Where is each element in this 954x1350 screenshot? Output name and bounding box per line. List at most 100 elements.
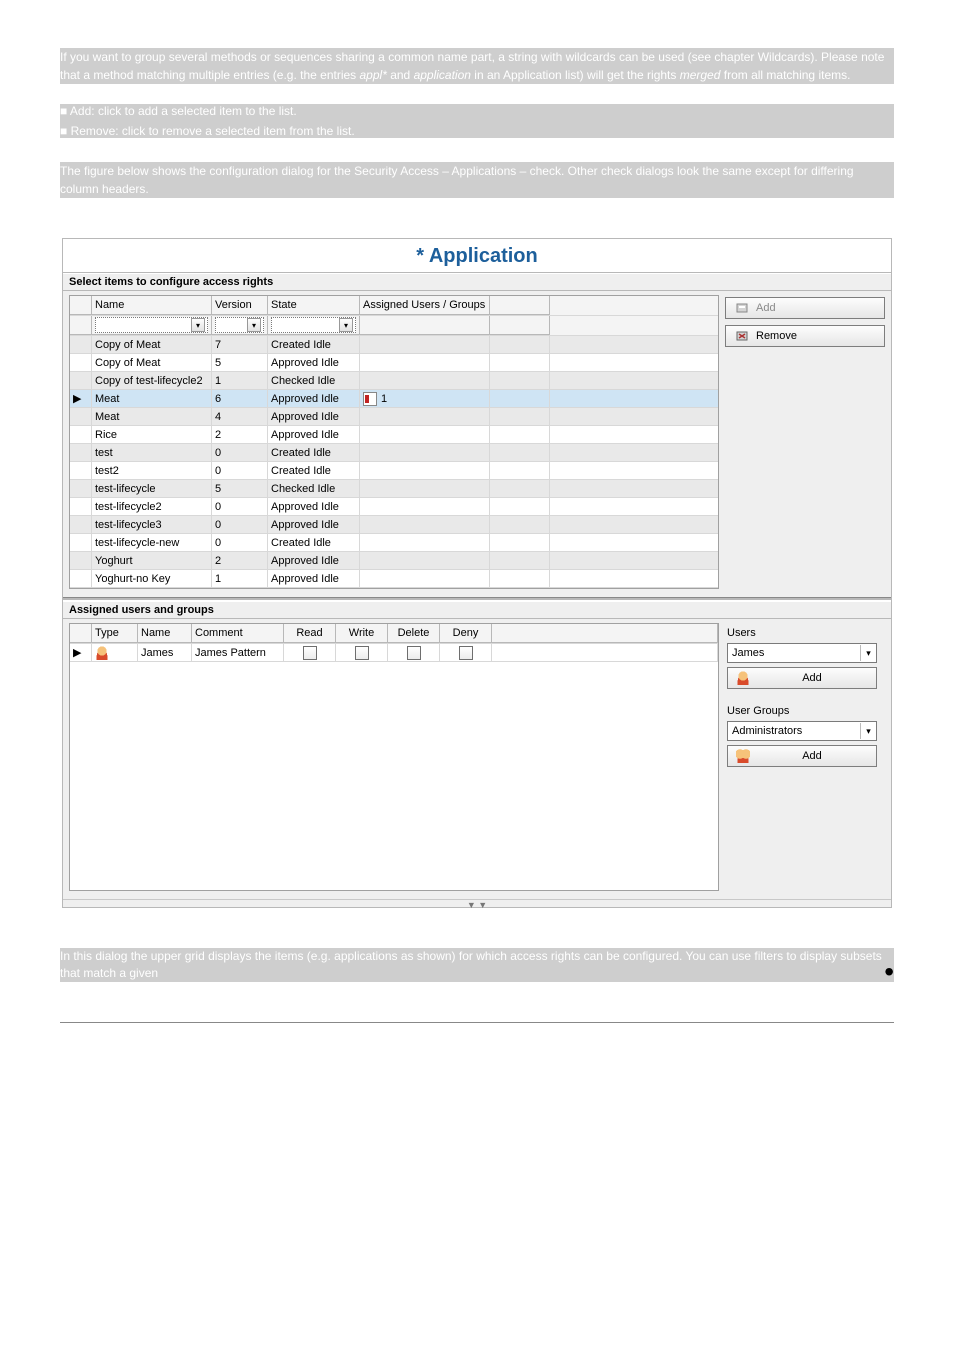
cell-version: 2: [212, 426, 268, 443]
top-side-buttons: Add Remove: [725, 295, 885, 589]
remove-item-button[interactable]: Remove: [725, 325, 885, 347]
cell-version: 5: [212, 480, 268, 497]
cell-version: 0: [212, 534, 268, 551]
row-indicator: [70, 336, 92, 353]
footer-note: In this dialog the upper grid displays t…: [60, 948, 894, 982]
user-icon: [736, 671, 750, 685]
items-grid-header: Name Version State Assigned Users / Grou…: [70, 296, 718, 316]
items-row[interactable]: Yoghurt-no Key1Approved Idle: [70, 570, 718, 588]
cell-name: Meat: [92, 390, 212, 407]
cell-assigned: [360, 462, 490, 479]
items-row[interactable]: test20Created Idle: [70, 462, 718, 480]
items-row[interactable]: Rice2Approved Idle: [70, 426, 718, 444]
cell-state: Approved Idle: [268, 426, 360, 443]
cell-version: 0: [212, 516, 268, 533]
cell-assigned: [360, 516, 490, 533]
add-user-button[interactable]: Add: [727, 667, 877, 689]
write-checkbox[interactable]: [355, 646, 369, 660]
add-item-label: Add: [756, 302, 776, 314]
cell-state: Created Idle: [268, 336, 360, 353]
col-comment[interactable]: Comment: [192, 624, 284, 643]
cell-assigned: [360, 354, 490, 371]
cell-version: 0: [212, 498, 268, 515]
cell-name: Copy of Meat: [92, 354, 212, 371]
cell-name: Yoghurt: [92, 552, 212, 569]
col-deny[interactable]: Deny: [440, 624, 492, 643]
items-row[interactable]: test0Created Idle: [70, 444, 718, 462]
items-row[interactable]: test-lifecycle30Approved Idle: [70, 516, 718, 534]
delete-checkbox[interactable]: [407, 646, 421, 660]
col-assigned[interactable]: Assigned Users / Groups: [360, 296, 490, 315]
cell-assigned: [360, 480, 490, 497]
col-read[interactable]: Read: [284, 624, 336, 643]
cell-name: James: [138, 644, 192, 661]
application-access-panel: * Application Select items to configure …: [62, 238, 892, 908]
items-grid: Name Version State Assigned Users / Grou…: [69, 295, 719, 589]
deny-checkbox[interactable]: [459, 646, 473, 660]
row-indicator: [70, 480, 92, 497]
col-type[interactable]: Type: [92, 624, 138, 643]
row-indicator: [70, 354, 92, 371]
cell-assigned: [360, 426, 490, 443]
items-row[interactable]: Copy of Meat5Approved Idle: [70, 354, 718, 372]
row-indicator: [70, 426, 92, 443]
row-indicator: [70, 444, 92, 461]
filter-version-dropdown[interactable]: ▾: [215, 317, 264, 333]
cell-state: Approved Idle: [268, 498, 360, 515]
splitter-handle[interactable]: ▼ ▼: [63, 899, 891, 907]
read-checkbox[interactable]: [303, 646, 317, 660]
top-section-label: Select items to configure access rights: [63, 273, 891, 291]
cell-assigned: [360, 372, 490, 389]
cell-name: Copy of Meat: [92, 336, 212, 353]
info-list: ■ Add: click to add a selected item to t…: [60, 104, 894, 138]
figure-caption-intro: The figure below shows the configuration…: [60, 162, 894, 198]
cell-version: 0: [212, 462, 268, 479]
cell-delete: [388, 644, 440, 661]
row-indicator: [70, 570, 92, 587]
row-indicator: ▶: [70, 644, 92, 661]
col-lower-name[interactable]: Name: [138, 624, 192, 643]
filter-state-dropdown[interactable]: ▾: [271, 317, 356, 333]
cell-type: [92, 644, 138, 661]
items-row[interactable]: Meat4Approved Idle: [70, 408, 718, 426]
cell-state: Approved Idle: [268, 354, 360, 371]
filter-name-dropdown[interactable]: ▾: [95, 317, 208, 333]
groups-dropdown[interactable]: Administrators ▾: [727, 721, 877, 741]
add-group-button[interactable]: Add: [727, 745, 877, 767]
items-row[interactable]: Yoghurt2Approved Idle: [70, 552, 718, 570]
items-row[interactable]: test-lifecycle20Approved Idle: [70, 498, 718, 516]
cell-assigned: [360, 534, 490, 551]
cell-assigned: [360, 336, 490, 353]
cell-version: 6: [212, 390, 268, 407]
cell-name: test-lifecycle3: [92, 516, 212, 533]
users-label: Users: [727, 627, 883, 639]
cell-state: Created Idle: [268, 534, 360, 551]
users-dropdown[interactable]: James ▾: [727, 643, 877, 663]
assigned-row[interactable]: ▶JamesJames Pattern: [70, 644, 718, 662]
cell-assigned: [360, 408, 490, 425]
items-row[interactable]: ▶Meat6Approved Idle1: [70, 390, 718, 408]
row-indicator: [70, 408, 92, 425]
col-name[interactable]: Name: [92, 296, 212, 315]
cell-read: [284, 644, 336, 661]
row-indicator: [70, 498, 92, 515]
cell-version: 7: [212, 336, 268, 353]
cell-write: [336, 644, 388, 661]
cell-version: 2: [212, 552, 268, 569]
items-row[interactable]: Copy of Meat7Created Idle: [70, 336, 718, 354]
col-write[interactable]: Write: [336, 624, 388, 643]
cell-state: Approved Idle: [268, 408, 360, 425]
col-state[interactable]: State: [268, 296, 360, 315]
cell-state: Approved Idle: [268, 516, 360, 533]
cell-name: test2: [92, 462, 212, 479]
add-icon: [734, 300, 750, 316]
col-version[interactable]: Version: [212, 296, 268, 315]
row-indicator: [70, 552, 92, 569]
remove-item-label: Remove: [756, 330, 797, 342]
add-item-button[interactable]: Add: [725, 297, 885, 319]
cell-assigned: [360, 552, 490, 569]
items-row[interactable]: test-lifecycle5Checked Idle: [70, 480, 718, 498]
col-delete[interactable]: Delete: [388, 624, 440, 643]
items-row[interactable]: test-lifecycle-new0Created Idle: [70, 534, 718, 552]
items-row[interactable]: Copy of test-lifecycle21Checked Idle: [70, 372, 718, 390]
